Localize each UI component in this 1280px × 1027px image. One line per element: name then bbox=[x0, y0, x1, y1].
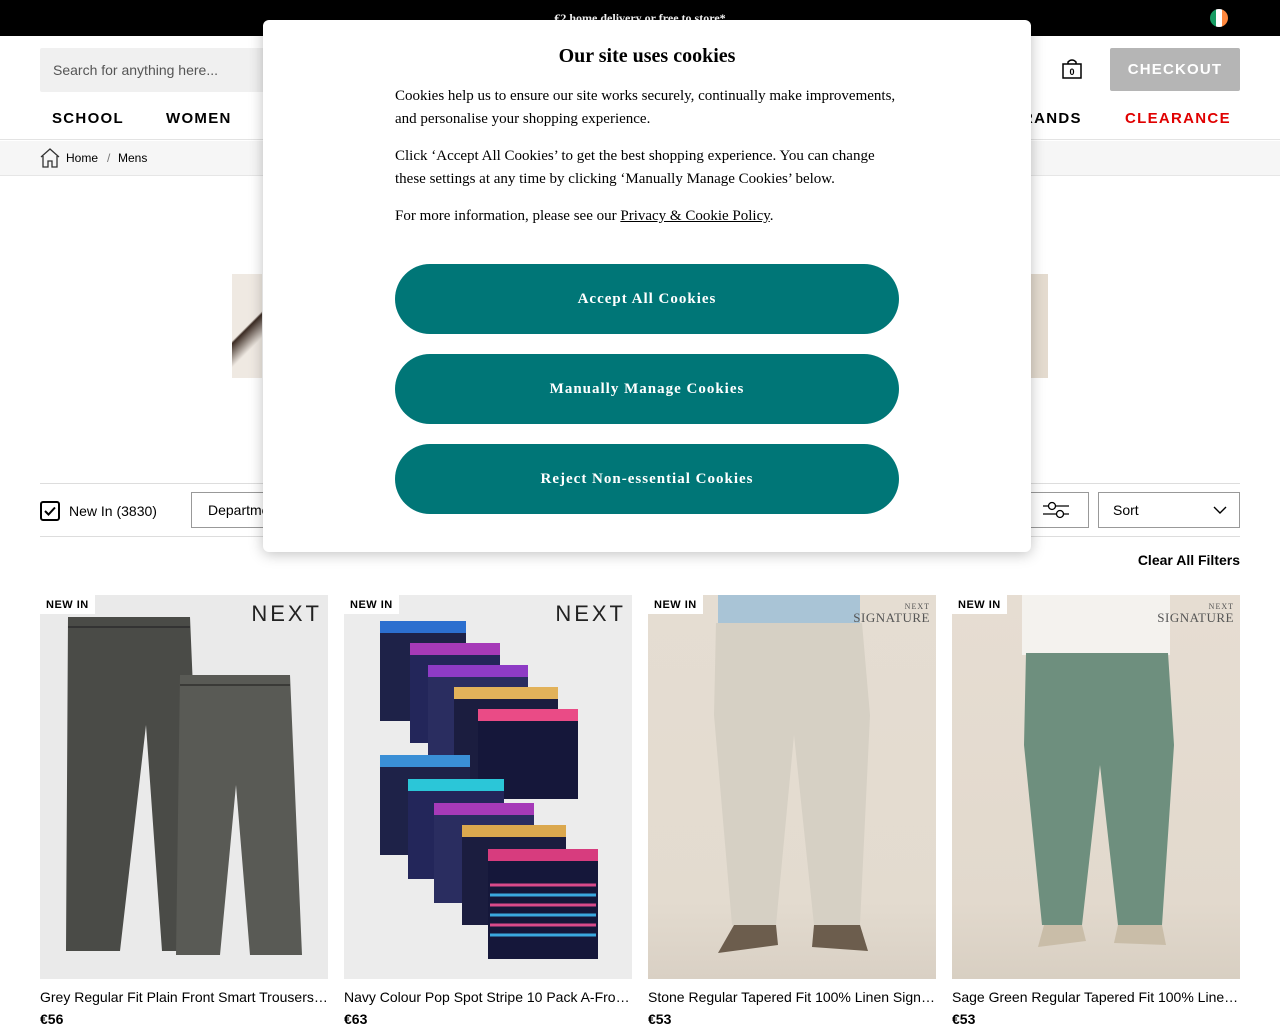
new-in-label: New In (3830) bbox=[69, 503, 157, 519]
product-title[interactable]: Sage Green Regular Tapered Fit 100% Line… bbox=[952, 989, 1240, 1005]
product-image[interactable]: NEW IN NEXT SIGNATURE bbox=[952, 595, 1240, 979]
breadcrumb-home[interactable]: Home bbox=[66, 151, 98, 165]
product-card[interactable]: NEW IN NEXT SIGNATURE Sage Green Regular … bbox=[952, 595, 1240, 1027]
product-price: €53 bbox=[952, 1011, 976, 1027]
product-price: €56 bbox=[40, 1011, 64, 1027]
sort-label: Sort bbox=[1113, 502, 1139, 518]
new-in-badge: NEW IN bbox=[952, 595, 1007, 614]
checkbox-checked-icon[interactable] bbox=[40, 501, 60, 521]
checkout-button[interactable]: CHECKOUT bbox=[1110, 48, 1240, 91]
product-image[interactable]: NEW IN NEXT SIGNATURE bbox=[648, 595, 936, 979]
brand-logo: NEXT SIGNATURE bbox=[1157, 602, 1234, 625]
product-title[interactable]: Navy Colour Pop Spot Stripe 10 Pack A-Fr… bbox=[344, 989, 632, 1005]
search-input[interactable]: Search for anything here... bbox=[40, 48, 300, 92]
shopping-bag-icon[interactable]: 0 bbox=[1060, 58, 1084, 80]
nav-item-clearance[interactable]: CLEARANCE bbox=[1125, 110, 1231, 127]
banner-image-left bbox=[232, 274, 262, 378]
privacy-policy-link[interactable]: Privacy & Cookie Policy bbox=[620, 208, 769, 224]
sliders-icon bbox=[1043, 501, 1069, 519]
manage-cookies-button[interactable]: Manually Manage Cookies bbox=[395, 354, 899, 424]
cookie-text-2: Click ‘Accept All Cookies’ to get the be… bbox=[395, 148, 875, 187]
product-image[interactable]: NEW IN NEXT bbox=[40, 595, 328, 979]
cookie-text-1: Cookies help us to ensure our site works… bbox=[395, 88, 896, 127]
product-price: €53 bbox=[648, 1011, 672, 1027]
ireland-flag-icon[interactable] bbox=[1210, 9, 1228, 27]
accept-all-cookies-button[interactable]: Accept All Cookies bbox=[395, 264, 899, 334]
product-price: €63 bbox=[344, 1011, 368, 1027]
new-in-badge: NEW IN bbox=[40, 595, 95, 614]
breadcrumb-current[interactable]: Mens bbox=[118, 151, 147, 165]
product-card[interactable]: NEW IN NEXT SIGNATURE Stone Regular Taper… bbox=[648, 595, 936, 1027]
product-image[interactable]: NEW IN NEXT bbox=[344, 595, 632, 979]
breadcrumb-separator: / bbox=[107, 151, 111, 165]
brand-logo: NEXT SIGNATURE bbox=[853, 602, 930, 625]
cookie-text-3: For more information, please see our Pri… bbox=[395, 208, 774, 224]
new-in-filter[interactable]: New In (3830) bbox=[40, 500, 157, 522]
reject-cookies-button[interactable]: Reject Non-essential Cookies bbox=[395, 444, 899, 514]
home-icon[interactable] bbox=[40, 148, 60, 168]
clear-all-filters-link[interactable]: Clear All Filters bbox=[1138, 552, 1240, 568]
product-card[interactable]: NEW IN NEXT Grey Regular Fit Plain Front… bbox=[40, 595, 328, 1027]
brand-logo: NEXT bbox=[555, 601, 626, 626]
chevron-down-icon bbox=[1213, 506, 1227, 514]
filters-button[interactable] bbox=[1024, 492, 1089, 528]
cookie-dialog-title: Our site uses cookies bbox=[558, 45, 736, 67]
new-in-badge: NEW IN bbox=[648, 595, 703, 614]
product-title[interactable]: Stone Regular Tapered Fit 100% Linen Sig… bbox=[648, 989, 936, 1005]
nav-item-school[interactable]: SCHOOL bbox=[52, 110, 124, 127]
nav-item-women[interactable]: WOMEN bbox=[166, 110, 232, 127]
sort-dropdown[interactable]: Sort bbox=[1098, 492, 1240, 528]
product-title[interactable]: Grey Regular Fit Plain Front Smart Trous… bbox=[40, 989, 328, 1005]
product-card[interactable]: NEW IN NEXT Navy Colour Pop Spot Stripe … bbox=[344, 595, 632, 1027]
new-in-badge: NEW IN bbox=[344, 595, 399, 614]
brand-logo: NEXT bbox=[251, 601, 322, 626]
bag-count: 0 bbox=[1069, 67, 1074, 77]
cookie-consent-dialog: Our site uses cookies Cookies help us to… bbox=[263, 20, 1031, 552]
